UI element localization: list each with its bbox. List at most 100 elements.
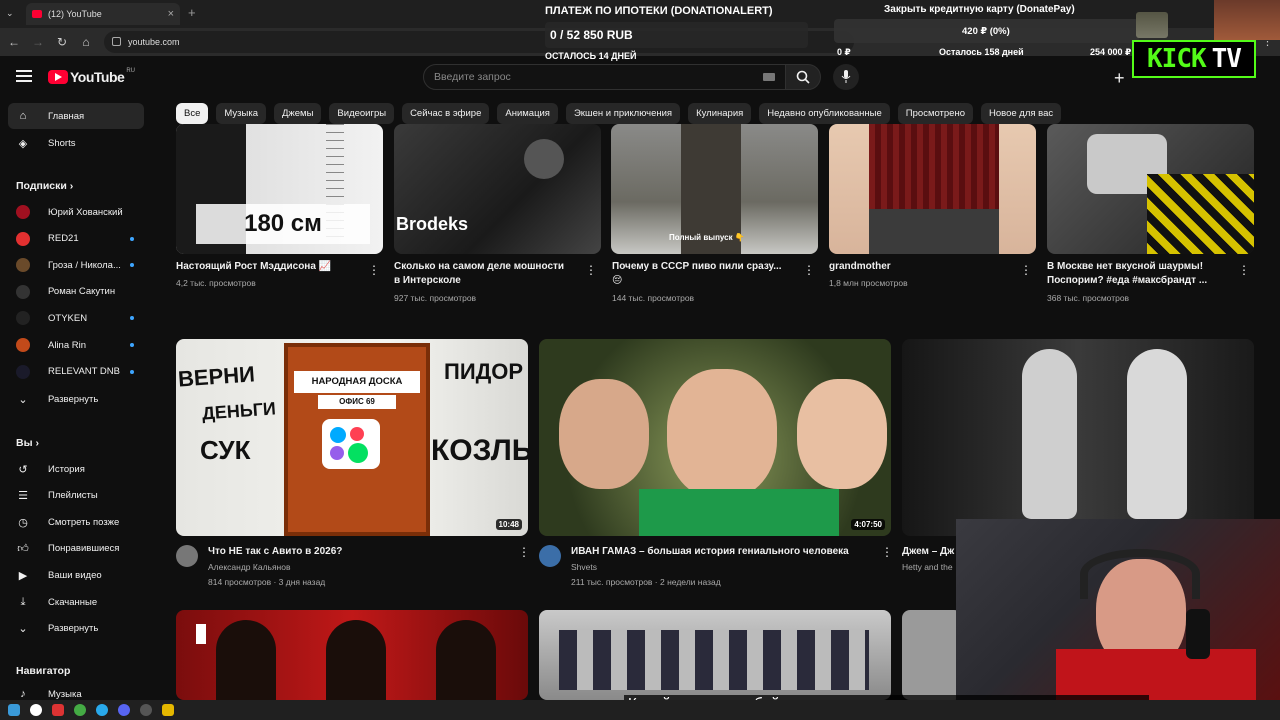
channel-name[interactable]: Александр Кальянов bbox=[208, 560, 291, 574]
channel-name[interactable]: Shvets bbox=[571, 560, 597, 574]
sidebar-subscription[interactable]: RED21 bbox=[8, 226, 144, 252]
home-browser-icon[interactable]: ⌂ bbox=[74, 35, 98, 49]
video-title[interactable]: ИВАН ГАМАЗ – большая история гениального… bbox=[571, 545, 849, 559]
windows-start-icon[interactable] bbox=[8, 704, 20, 716]
video-title-line2[interactable]: в Интерсколе bbox=[394, 274, 461, 288]
video-thumbnail[interactable] bbox=[829, 124, 1036, 254]
filter-chip[interactable]: Новое для вас bbox=[981, 103, 1062, 124]
video-title[interactable]: Настоящий Рост Мэддисона 📈 bbox=[176, 260, 331, 274]
video-title[interactable]: Что НЕ так с Авито в 2026? bbox=[208, 545, 342, 559]
sidebar-item[interactable]: ⌄ Развернуть bbox=[8, 616, 144, 642]
filter-chip[interactable]: Анимация bbox=[497, 103, 558, 124]
search-input[interactable]: Введите запрос bbox=[423, 64, 786, 90]
yandex-browser-icon[interactable] bbox=[30, 704, 42, 716]
filter-chip[interactable]: Видеоигры bbox=[329, 103, 395, 124]
more-actions-icon[interactable]: ⋮ bbox=[1020, 263, 1032, 277]
chrome-icon[interactable] bbox=[74, 704, 86, 716]
video-thumbnail[interactable]: Brodeks bbox=[394, 124, 601, 254]
more-actions-icon[interactable]: ⋮ bbox=[881, 545, 893, 559]
channel-avatar[interactable] bbox=[176, 545, 198, 567]
more-actions-icon[interactable]: ⋮ bbox=[585, 263, 597, 277]
navigator-heading: Навигатор bbox=[16, 665, 71, 677]
you-heading[interactable]: Вы › bbox=[16, 437, 39, 449]
close-tab-icon[interactable]: × bbox=[168, 8, 174, 20]
obs-icon[interactable] bbox=[140, 704, 152, 716]
filter-chip[interactable]: Сейчас в эфире bbox=[402, 103, 490, 124]
app-icon[interactable] bbox=[162, 704, 174, 716]
history-icon: ↺ bbox=[18, 463, 28, 476]
more-actions-icon[interactable]: ⋮ bbox=[368, 263, 380, 277]
sidebar-item[interactable]: ↺ История bbox=[8, 456, 144, 482]
site-info-icon[interactable] bbox=[112, 37, 121, 46]
filter-chip[interactable]: Экшен и приключения bbox=[565, 103, 681, 124]
sidebar-item[interactable]: ▶ Ваши видео bbox=[8, 562, 144, 588]
thumb-figure bbox=[326, 620, 386, 700]
forward-icon[interactable]: → bbox=[26, 35, 50, 49]
sidebar-subscription[interactable]: OTYKEN bbox=[8, 305, 144, 331]
sidebar-subscription[interactable]: RELEVANT DNB bbox=[8, 359, 144, 385]
sidebar-subscription[interactable]: Alina Rin bbox=[8, 332, 144, 358]
video-meta: 927 тыс. просмотров bbox=[394, 293, 477, 303]
discord-icon[interactable] bbox=[118, 704, 130, 716]
shorts-icon: ◈ bbox=[18, 137, 28, 150]
youtube-logo[interactable]: YouTube RU bbox=[48, 68, 135, 85]
thumb-shirt bbox=[869, 124, 999, 209]
sidebar-item[interactable]: ⤓ Скачанные bbox=[8, 589, 144, 615]
keyboard-icon[interactable] bbox=[763, 73, 775, 81]
video-thumbnail[interactable]: ВЕРНИ ДЕНЬГИ СУК НАРОДНАЯ ДОСКА ОФИС 69 … bbox=[176, 339, 528, 536]
menu-icon[interactable] bbox=[16, 70, 32, 85]
watch-later-icon: ◷ bbox=[18, 516, 28, 529]
back-icon[interactable]: ← bbox=[2, 35, 26, 49]
filter-chip[interactable]: Музыка bbox=[216, 103, 266, 124]
video-thumbnail[interactable] bbox=[1047, 124, 1254, 254]
video-thumbnail[interactable] bbox=[539, 610, 891, 700]
sidebar-item-home[interactable]: ⌂ Главная bbox=[8, 103, 144, 129]
channel-name[interactable]: Hetty and the bbox=[902, 560, 953, 574]
app-icon[interactable] bbox=[52, 704, 64, 716]
sidebar-item-shorts[interactable]: ◈ Shorts bbox=[8, 130, 144, 156]
video-title[interactable]: В Москве нет вкусной шаурмы! bbox=[1047, 260, 1203, 274]
search-button[interactable] bbox=[785, 64, 821, 90]
video-title[interactable]: grandmother bbox=[829, 260, 891, 274]
telegram-icon[interactable] bbox=[96, 704, 108, 716]
sidebar-subscription[interactable]: Гроза / Никола... bbox=[8, 252, 144, 278]
home-icon: ⌂ bbox=[19, 110, 27, 122]
new-tab-icon[interactable]: + bbox=[188, 5, 196, 20]
video-title-line2[interactable]: Поспорим? #еда #максбрандт ... bbox=[1047, 274, 1207, 288]
thumb-face bbox=[667, 369, 777, 499]
video-thumbnail[interactable] bbox=[902, 610, 962, 700]
sidebar-item[interactable]: ☰ Плейлисты bbox=[8, 483, 144, 509]
filter-chip[interactable]: Джемы bbox=[273, 103, 322, 124]
video-thumbnail[interactable] bbox=[902, 339, 1254, 536]
video-thumbnail[interactable] bbox=[176, 610, 528, 700]
sidebar-item[interactable]: ◷ Смотреть позже bbox=[8, 509, 144, 535]
filter-chip[interactable]: Недавно опубликованные bbox=[759, 103, 890, 124]
filter-chip[interactable]: Все bbox=[176, 103, 209, 124]
sidebar-subscription[interactable]: Юрий Хованский bbox=[8, 199, 144, 225]
subscriptions-heading[interactable]: Подписки › bbox=[16, 180, 73, 192]
channel-avatar[interactable] bbox=[539, 545, 561, 567]
tab-list-chevron-icon[interactable]: ⌄ bbox=[6, 8, 14, 19]
more-actions-icon[interactable]: ⋮ bbox=[803, 263, 815, 277]
video-title[interactable]: Почему в СССР пиво пили сразу... bbox=[612, 260, 782, 274]
create-icon[interactable]: + bbox=[1114, 68, 1125, 89]
video-thumbnail[interactable]: 4:07:50 bbox=[539, 339, 891, 536]
filter-chip[interactable]: Просмотрено bbox=[897, 103, 973, 124]
more-actions-icon[interactable]: ⋮ bbox=[518, 545, 530, 559]
video-thumbnail[interactable]: 180 см bbox=[176, 124, 383, 254]
browser-tab[interactable]: (12) YouTube × bbox=[26, 3, 180, 25]
microphone-icon bbox=[1186, 609, 1210, 659]
video-thumbnail[interactable]: Полный выпуск 👇 bbox=[611, 124, 818, 254]
voice-search-button[interactable] bbox=[833, 64, 859, 90]
thumb-figure bbox=[436, 620, 496, 700]
video-title[interactable]: Сколько на самом деле мошности bbox=[394, 260, 564, 274]
reload-icon[interactable]: ↻ bbox=[50, 35, 74, 49]
region-code: RU bbox=[126, 68, 135, 74]
video-title[interactable]: Джем – Дж bbox=[902, 545, 954, 559]
sidebar-subscription[interactable]: Роман Сакутин bbox=[8, 279, 144, 305]
sidebar-item[interactable]: 👍︎ Понравившиеся bbox=[8, 536, 144, 562]
filter-chip[interactable]: Кулинария bbox=[688, 103, 752, 124]
video-title-line2[interactable]: 😔 bbox=[612, 274, 622, 288]
more-actions-icon[interactable]: ⋮ bbox=[1238, 263, 1250, 277]
sidebar-item-expand-subscriptions[interactable]: ⌄ Развернуть bbox=[8, 386, 144, 412]
